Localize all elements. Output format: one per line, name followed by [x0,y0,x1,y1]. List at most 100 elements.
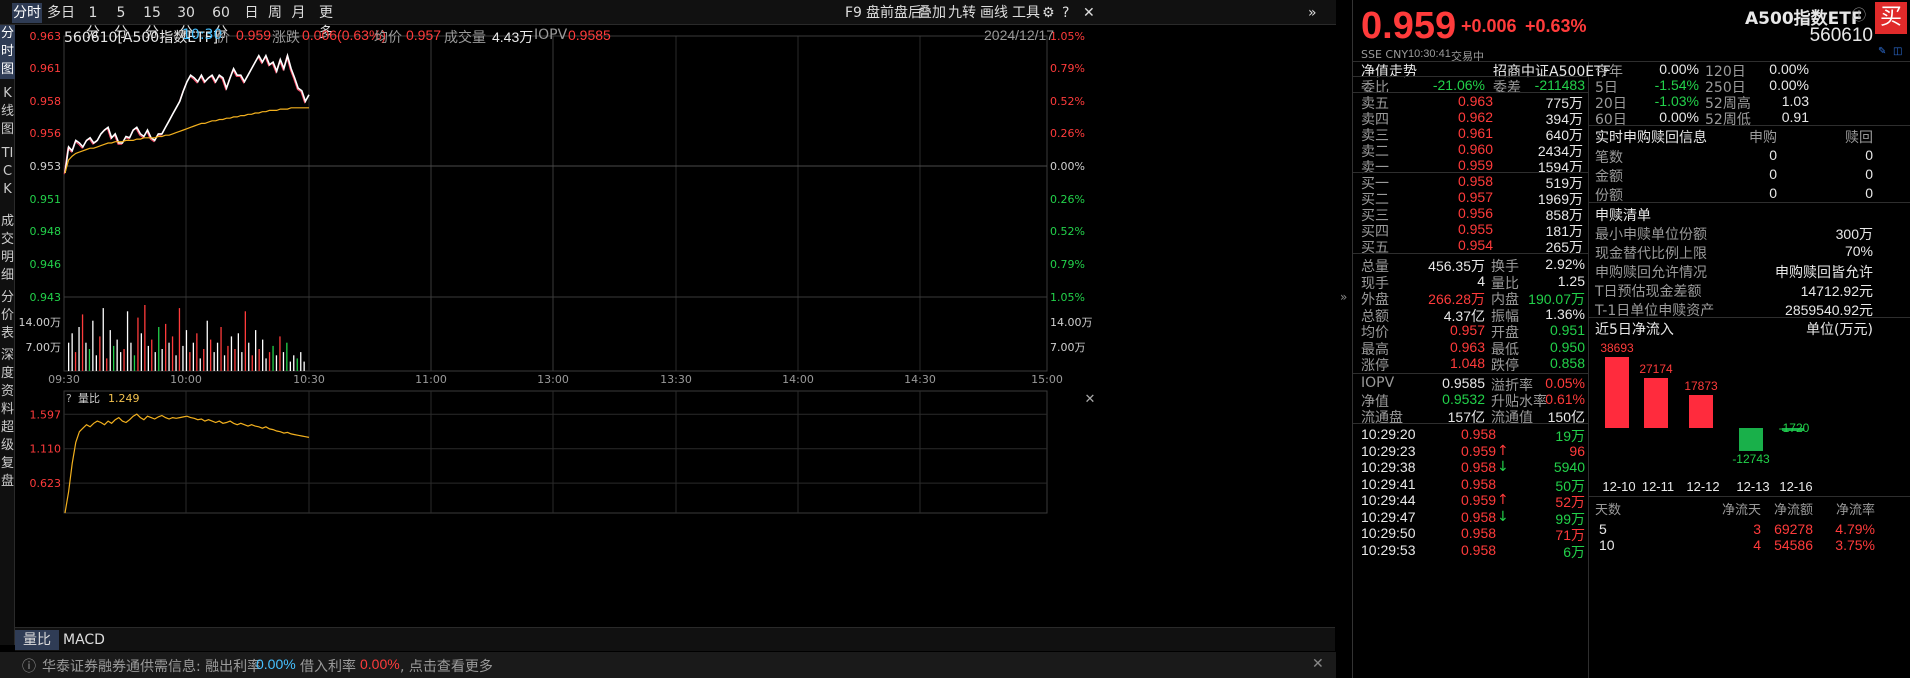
volume-bar [106,358,108,371]
creation-col1: 申购 [1749,130,1777,146]
volume-bar [123,349,125,371]
flow-table-header: 净流额 [1773,503,1813,518]
stat-value: 1.36% [1545,305,1585,322]
volume-bar [296,358,298,371]
time-tick: 10:30 [293,373,325,386]
chart-date: 2024/12/17 [984,27,1055,43]
edit-icon[interactable]: ✎ [1878,46,1886,57]
info-price: 0.959 [236,27,272,43]
tick-volume: 5940 [1553,459,1585,475]
volume-bar [282,352,285,371]
volume-bar [293,355,295,371]
sub-tick: 1.110 [30,443,62,456]
tick-price: 0.958 [1461,541,1497,558]
volume-bar [81,314,84,371]
perf-value: 0.00% [1659,61,1699,77]
sub-help-icon[interactable]: ? [66,392,72,405]
tick-time: 10:29:38 [1361,459,1416,475]
volume-bar [210,339,212,371]
flow-rate: 4.79% [1835,521,1875,537]
perf-value: 0.00% [1769,77,1809,93]
creation-value: 0 [1769,147,1777,163]
volume-bar [74,352,77,371]
bid-volume: 265万 [1545,239,1583,255]
lend-rate: 0.00% [256,656,296,672]
avg-label: 均价 [374,30,402,46]
perf-value: -1.54% [1654,77,1699,93]
buy-button[interactable]: 买 [1875,2,1907,34]
tick-price: 0.958 [1461,525,1497,541]
fund-stat-value: 150亿 [1547,409,1585,425]
perf-label: 60日 [1595,112,1627,128]
weicha-value: -211483 [1534,77,1585,93]
pct-tick: 0.52% [1050,95,1085,108]
collapse-right-icon[interactable]: » [1340,290,1347,304]
pct-tick: 0.26% [1050,127,1085,140]
close-icon[interactable]: ✕ [1312,656,1324,672]
market-currency: SSE CNY [1361,48,1409,61]
creation-label: 笔数 [1595,150,1623,166]
volume-bar [255,330,257,371]
pcf-title: 申赎清单 [1595,208,1651,224]
tick-price: 0.959 [1461,442,1497,459]
time-tick: 14:30 [904,373,936,386]
creation-label: 金额 [1595,169,1623,185]
arrow-down-icon: ↓ [1497,459,1509,475]
indicator-tab[interactable]: 量比 [15,630,59,650]
bid-price: 0.956 [1457,205,1493,221]
price-change-pct: +0.63% [1525,16,1587,36]
info-circle-icon[interactable]: ⓘ [1852,5,1866,25]
volume-bar [144,305,146,371]
volume-bar [244,311,246,371]
volume-bar [140,333,142,371]
volume-bar [85,342,87,371]
volume-bar [178,308,181,371]
indicator-tabs: 量比 MACD [15,627,1335,651]
flow-value-label: 17873 [1684,379,1718,394]
volume-bar [175,355,177,371]
volume-bar [120,352,122,371]
status-more-link[interactable]: , 点击查看更多 [400,656,493,676]
volume-bar [227,345,229,371]
close-icon[interactable]: ✕ [1085,392,1096,407]
tick-time: 10:29:53 [1361,541,1416,558]
pcf-label: 最小申赎单位份额 [1595,227,1707,243]
flow-table-header: 净流率 [1835,503,1875,518]
pct-tick: 0.26% [1050,193,1085,206]
flow-unit: 单位(万元) [1806,322,1873,338]
layout-icon[interactable]: ◫ [1893,46,1902,57]
volume-bar [196,333,198,371]
borrow-label: 借入利率 [300,659,356,675]
pct-tick: 0.79% [1050,62,1085,75]
volume-bar [241,352,243,371]
fund-stat-value: 0.61% [1545,391,1585,407]
volume-bar [213,352,215,371]
volume-bar [113,345,115,371]
margin-status-bar[interactable]: ⓘ 华泰证券融券通供需信息: 融出利率 0.00% 借入利率 0.00% , 点… [0,652,1336,678]
price-tick: 0.948 [30,225,62,238]
flow-category: 12-11 [1641,479,1675,494]
weibi-value: -21.06% [1432,77,1485,93]
volume-bar [303,361,305,371]
bid-price: 0.954 [1457,237,1493,253]
tick-time: 10:29:44 [1361,492,1416,508]
flow-value-label: 38693 [1600,341,1634,355]
tick-time: 10:29:23 [1361,442,1416,459]
volume-bar [102,308,104,371]
flow-title: 近5日净流入 [1595,322,1674,338]
time-tick: 15:00 [1031,373,1063,386]
ask-price: 0.962 [1457,109,1493,125]
tick-time: 10:29:50 [1361,525,1416,541]
indicator-tab[interactable]: MACD [55,630,113,650]
tick-price: 0.958 [1461,426,1497,442]
time-tick: 14:00 [782,373,814,386]
bid-price: 0.958 [1457,173,1493,189]
volume-bar [192,342,194,371]
status-prefix: 华泰证券融券通供需信息: 融出利率 [42,659,262,675]
volume-bar [216,342,219,371]
flow-category: 12-16 [1779,479,1813,494]
chart-frame [63,35,1048,372]
flow-bar [1644,378,1668,428]
price-label: 价 [216,30,230,46]
price-tick: 0.956 [30,127,62,140]
